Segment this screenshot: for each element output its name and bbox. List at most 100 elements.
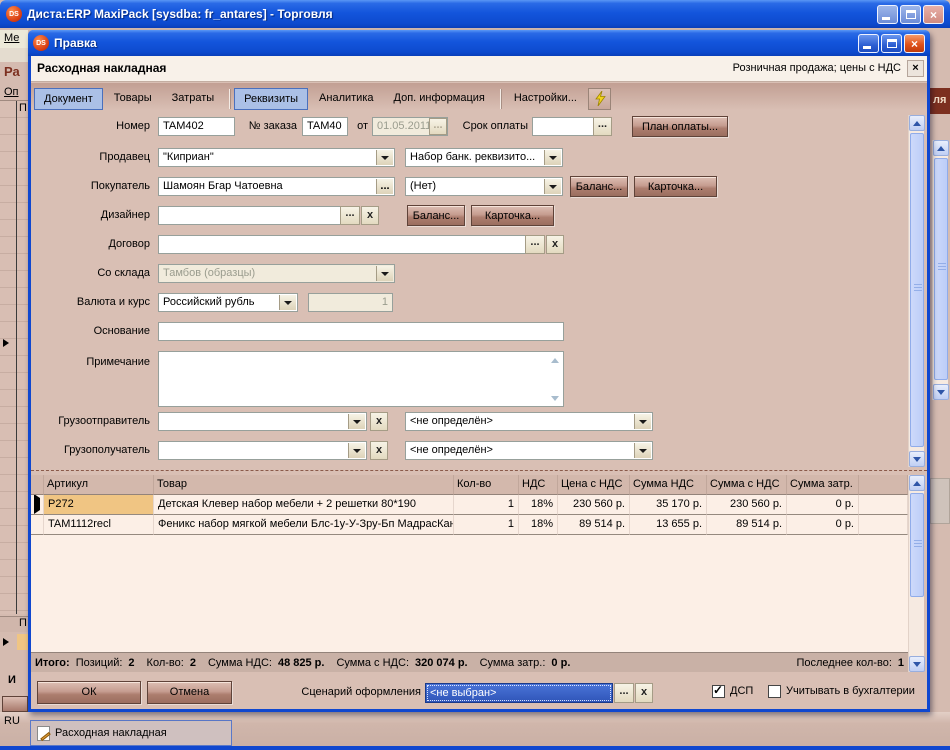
cell-summa-nds[interactable]: 13 655 р. [630, 515, 707, 535]
document-close-button[interactable]: × [907, 60, 924, 77]
lightning-button[interactable] [588, 88, 611, 110]
cell-summa-nds[interactable]: 35 170 р. [630, 495, 707, 515]
dsp-checkbox[interactable]: ✓ [712, 685, 725, 698]
cell-tovar[interactable]: Феникс набор мягкой мебели Блс-1у-У-Зру-… [154, 515, 454, 535]
lookup-dots-icon[interactable]: ... [376, 179, 393, 194]
dizayner-dots-button[interactable]: ... [340, 206, 360, 225]
chevron-down-icon[interactable] [634, 443, 651, 458]
gruzopoluchatel-type-select[interactable]: <не определён> [405, 441, 653, 460]
ok-button[interactable]: ОК [37, 681, 141, 704]
zakaz-input[interactable]: TAM40 [302, 117, 348, 136]
date-picker-button[interactable]: ... [429, 118, 447, 135]
cancel-button[interactable]: Отмена [147, 681, 232, 704]
dizayner-input[interactable] [158, 206, 341, 225]
chevron-down-icon[interactable] [544, 150, 561, 165]
tab-rekvizity[interactable]: Реквизиты [234, 88, 308, 110]
chevron-down-icon[interactable] [634, 414, 651, 429]
osnovanie-input[interactable] [158, 322, 564, 341]
srok-oplaty-input[interactable] [532, 117, 594, 136]
tab-zatraty[interactable]: Затраты [163, 88, 224, 110]
kartochka-button[interactable]: Карточка... [634, 176, 717, 197]
tab-nastroyki[interactable]: Настройки... [505, 88, 586, 110]
sklad-select[interactable]: Тамбов (образцы) [158, 264, 395, 283]
gruzopoluchatel-select[interactable] [158, 441, 367, 460]
cell-artikul[interactable]: P272 [44, 495, 154, 515]
taskbar-document-tab[interactable]: Расходная накладная [30, 720, 232, 746]
cell-artikul[interactable]: TAM1112recl [44, 515, 154, 535]
plan-oplaty-button[interactable]: План оплаты... [632, 116, 728, 137]
cell-cena-nds[interactable]: 89 514 р. [558, 515, 630, 535]
scroll-down-icon[interactable] [933, 384, 949, 400]
dizayner-balans-button[interactable]: Баланс... [407, 205, 465, 226]
table-row[interactable]: P272 Детская Клевер набор мебели + 2 реш… [31, 495, 908, 515]
gruzootpravitel-clear-button[interactable]: x [370, 412, 388, 431]
tab-analitika[interactable]: Аналитика [310, 88, 382, 110]
language-indicator[interactable]: RU [4, 715, 20, 727]
dialog-titlebar[interactable]: DS Правка × [28, 30, 930, 56]
chevron-down-icon[interactable] [348, 443, 365, 458]
textarea-scroll-up-icon[interactable] [548, 353, 562, 367]
scroll-down-icon[interactable] [909, 656, 925, 672]
chevron-down-icon[interactable] [348, 414, 365, 429]
tab-dop-informacia[interactable]: Доп. информация [385, 88, 494, 110]
cell-cena-nds[interactable]: 230 560 р. [558, 495, 630, 515]
cell-summa-zatr[interactable]: 0 р. [787, 515, 859, 535]
table-scroll-thumb[interactable] [910, 493, 924, 597]
cell-kolvo[interactable]: 1 [454, 515, 519, 535]
nomer-input[interactable]: TAM402 [158, 117, 235, 136]
chevron-down-icon[interactable] [544, 179, 561, 194]
dogovor-clear-button[interactable]: x [546, 235, 564, 254]
gruzopoluchatel-clear-button[interactable]: x [370, 441, 388, 460]
col-cena-nds[interactable]: Цена с НДС [558, 475, 630, 495]
bg-menu-fragment[interactable]: Ме [0, 30, 28, 48]
col-nds[interactable]: НДС [519, 475, 558, 495]
bg-link-fragment[interactable]: Оп [4, 86, 19, 98]
cell-summa-s-nds[interactable]: 230 560 р. [707, 495, 787, 515]
prodavec-select[interactable]: "Киприан" [158, 148, 395, 167]
col-kolvo[interactable]: Кол-во [454, 475, 519, 495]
dogovor-input[interactable] [158, 235, 544, 254]
bank-rekvizity-select[interactable]: Набор банк. реквизито... [405, 148, 563, 167]
cell-summa-zatr[interactable]: 0 р. [787, 495, 859, 515]
srok-dots-button[interactable]: ... [593, 117, 612, 136]
textarea-scroll-down-icon[interactable] [548, 391, 562, 405]
table-row[interactable]: TAM1112recl Феникс набор мягкой мебели Б… [31, 515, 908, 535]
scroll-up-icon[interactable] [909, 475, 925, 491]
cell-summa-s-nds[interactable]: 89 514 р. [707, 515, 787, 535]
col-summa-zatr[interactable]: Сумма затр. [787, 475, 859, 495]
buh-checkbox[interactable] [768, 685, 781, 698]
main-maximize-button[interactable] [900, 5, 921, 24]
cell-nds[interactable]: 18% [519, 495, 558, 515]
dialog-minimize-button[interactable] [858, 34, 879, 53]
tab-dokument[interactable]: Документ [34, 88, 103, 110]
scenario-select[interactable]: <не выбран> [425, 683, 613, 703]
main-minimize-button[interactable] [877, 5, 898, 24]
scenario-dots-button[interactable]: ... [614, 683, 634, 703]
bg-right-scrollbar[interactable] [932, 140, 948, 400]
buh-label[interactable]: Учитывать в бухгалтерии [786, 685, 915, 697]
scroll-down-icon[interactable] [909, 451, 925, 467]
dizayner-clear-button[interactable]: x [361, 206, 379, 225]
dsp-label[interactable]: ДСП [730, 685, 753, 697]
scroll-up-icon[interactable] [909, 115, 925, 131]
cell-kolvo[interactable]: 1 [454, 495, 519, 515]
col-artikul[interactable]: Артикул [44, 475, 154, 495]
form-scroll-thumb[interactable] [910, 133, 924, 447]
scroll-up-icon[interactable] [933, 140, 949, 156]
col-tovar[interactable]: Товар [154, 475, 454, 495]
bg-right-scroll-thumb[interactable] [934, 158, 948, 380]
dialog-close-button[interactable]: × [904, 34, 925, 53]
chevron-down-icon[interactable] [279, 295, 296, 310]
scenario-clear-button[interactable]: x [635, 683, 653, 703]
dogovor-dots-button[interactable]: ... [525, 235, 545, 254]
valuta-select[interactable]: Российский рубль [158, 293, 298, 312]
kurs-input[interactable]: 1 [308, 293, 393, 312]
chevron-down-icon[interactable] [376, 266, 393, 281]
main-close-button[interactable]: × [923, 5, 944, 24]
gruzootpravitel-type-select[interactable]: <не определён> [405, 412, 653, 431]
dialog-maximize-button[interactable] [881, 34, 902, 53]
tab-tovary[interactable]: Товары [105, 88, 161, 110]
table-scrollbar[interactable] [908, 475, 924, 672]
form-scrollbar[interactable] [908, 115, 924, 467]
chevron-down-icon[interactable] [376, 150, 393, 165]
